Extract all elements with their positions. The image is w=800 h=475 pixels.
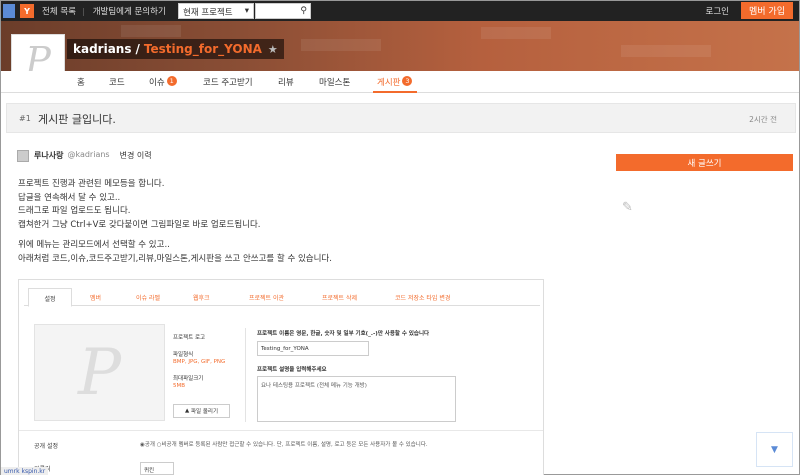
project-desc-label: 프로젝트 설명을 입력해주세요 xyxy=(257,367,327,373)
max-size-label: 최대파일크기 xyxy=(173,376,204,382)
nav-issues[interactable]: 이슈 1 xyxy=(149,76,177,88)
logo-label: 프로젝트 로고 xyxy=(173,335,206,341)
post-line: 답글을 연속해서 달 수 있고.. xyxy=(18,192,121,203)
project-select[interactable]: 현재 프로젝트 ▾ xyxy=(178,3,254,19)
private-option: 비공개 xyxy=(161,442,177,448)
project-title-separator: / xyxy=(135,42,140,56)
caret-down-icon: ▾ xyxy=(244,6,249,16)
post-number: #1 xyxy=(19,114,31,123)
project-desc-field: 요나 테스팅용 프로젝트 (전체 메뉴 기능 개방) xyxy=(257,376,456,422)
issues-count-badge: 1 xyxy=(166,76,177,86)
upload-file-button: ▲ 파일 올리기 xyxy=(173,404,230,418)
project-name-link[interactable]: Testing_for_YONA xyxy=(144,42,262,56)
project-name-field: Testing_for_YONA xyxy=(257,341,369,356)
post-line: 드래그로 파일 업로드도 됩니다. xyxy=(18,206,131,216)
status-bar-url: umrk kspin.kr xyxy=(1,467,49,475)
edit-icon[interactable]: ✎ xyxy=(622,200,633,215)
post-author: 루나사랑 @kadrians 변경 이력 xyxy=(34,150,152,161)
author-name[interactable]: 루나사랑 xyxy=(34,150,63,161)
nav-milestones[interactable]: 마일스톤 xyxy=(319,76,350,88)
file-format-value: BMP, JPG, GIF, PNG xyxy=(173,359,226,365)
tab-repo-type-change: 코드 저장소 타입 변경 xyxy=(395,295,451,302)
embedded-project-logo: P xyxy=(34,324,165,421)
tab-project-transfer: 프로젝트 이관 xyxy=(249,295,285,302)
join-button[interactable]: 멤버 가입 xyxy=(741,2,793,19)
author-avatar[interactable] xyxy=(17,150,29,162)
upload-icon: ▲ xyxy=(184,408,190,414)
public-option: 공개 xyxy=(144,442,155,448)
star-icon[interactable]: ★ xyxy=(268,43,278,56)
post-line: 캡쳐한거 그냥 Ctrl+V로 갖다붙이면 그림파일로 바로 업로드됩니다. xyxy=(18,219,261,230)
search-input[interactable]: ⚲ xyxy=(255,3,311,19)
embed-row-divider xyxy=(19,430,543,431)
topbar-divider: | xyxy=(81,6,85,16)
tab-issue-labels: 이슈 라벨 xyxy=(136,295,160,302)
search-icon[interactable]: ⚲ xyxy=(300,6,307,16)
tab-settings: 설정 xyxy=(28,288,72,307)
post-line: 아래처럼 코드,이슈,코드주고받기,리뷰,마일스톤,게시판을 쓰고 안쓰고를 할… xyxy=(18,253,332,264)
embed-divider xyxy=(245,328,246,422)
post-header: #1 게시판 글입니다. 2시간 전 xyxy=(6,103,796,133)
post-line: 프로젝트 진행과 관련된 메모등을 합니다. xyxy=(18,179,165,189)
board-count-badge: 3 xyxy=(402,76,413,86)
public-setting-label: 공개 설정 xyxy=(34,443,58,450)
new-post-button[interactable]: 새 글쓰기 xyxy=(616,154,793,171)
author-handle: @kadrians xyxy=(67,150,110,159)
embedded-screenshot: 설정 멤버 이슈 라벨 웹후크 프로젝트 이관 프로젝트 삭제 코드 저장소 타… xyxy=(18,279,544,475)
project-nav: 홈 코드 이슈 1 코드 주고받기 리뷰 마일스톤 게시판 3 xyxy=(1,71,799,93)
all-list-link[interactable]: 전체 목록 xyxy=(42,5,76,17)
tab-members: 멤버 xyxy=(90,295,102,302)
nav-home[interactable]: 홈 xyxy=(77,76,85,88)
browser-logo-icon xyxy=(3,4,15,18)
nav-review[interactable]: 리뷰 xyxy=(278,76,294,88)
scroll-to-top-button[interactable]: ▼ xyxy=(756,432,793,467)
bottom-setting-field: 퀴킨 xyxy=(140,462,174,475)
arrow-down-icon: ▼ xyxy=(771,444,778,455)
post-title: 게시판 글입니다. xyxy=(38,113,116,126)
history-link[interactable]: 변경 이력 xyxy=(120,150,152,161)
nav-code[interactable]: 코드 xyxy=(109,76,125,88)
project-owner-link[interactable]: kadrians xyxy=(73,42,131,56)
login-link[interactable]: 로그인 xyxy=(706,5,729,17)
nav-pull-requests[interactable]: 코드 주고받기 xyxy=(203,76,253,88)
contact-dev-link[interactable]: 개발팀에게 문의하기 xyxy=(93,5,166,17)
file-format-label: 파일형식 xyxy=(173,352,194,358)
yona-logo-icon[interactable]: Y xyxy=(20,4,34,18)
embedded-logo-letter: P xyxy=(77,335,122,410)
nav-active-underline xyxy=(373,91,417,93)
public-radio-group: ◉공개 ○비공개 멤버로 등록된 사람만 접근할 수 있습니다. 단, 프로젝트… xyxy=(140,440,428,448)
top-bar: Y 전체 목록 | 개발팀에게 문의하기 현재 프로젝트 ▾ ⚲ 로그인 멤버 … xyxy=(1,1,799,21)
project-title: kadrians / Testing_for_YONA ★ xyxy=(67,39,284,59)
post-body: 프로젝트 진행과 관련된 메모등을 합니다. 답글을 연속해서 달 수 있고..… xyxy=(18,178,332,266)
nav-board[interactable]: 게시판 3 xyxy=(377,76,413,88)
max-size-value: 5MB xyxy=(173,383,186,389)
post-time: 2시간 전 xyxy=(749,115,777,124)
project-select-label: 현재 프로젝트 xyxy=(183,8,233,18)
settings-tabs: 설정 멤버 이슈 라벨 웹후크 프로젝트 이관 프로젝트 삭제 코드 저장소 타… xyxy=(24,288,540,307)
post-line: 위에 메뉴는 관리모드에서 선택할 수 있고.. xyxy=(18,240,170,250)
tab-webhooks: 웹후크 xyxy=(193,295,210,302)
tab-project-delete: 프로젝트 삭제 xyxy=(322,295,358,302)
private-description: 멤버로 등록된 사람만 접근할 수 있습니다. 단, 프로젝트 이름, 설명, … xyxy=(178,442,428,448)
project-name-label: 프로젝트 이름은 영문, 한글, 숫자 및 일부 기호(_.-)만 사용할 수 … xyxy=(257,331,430,337)
